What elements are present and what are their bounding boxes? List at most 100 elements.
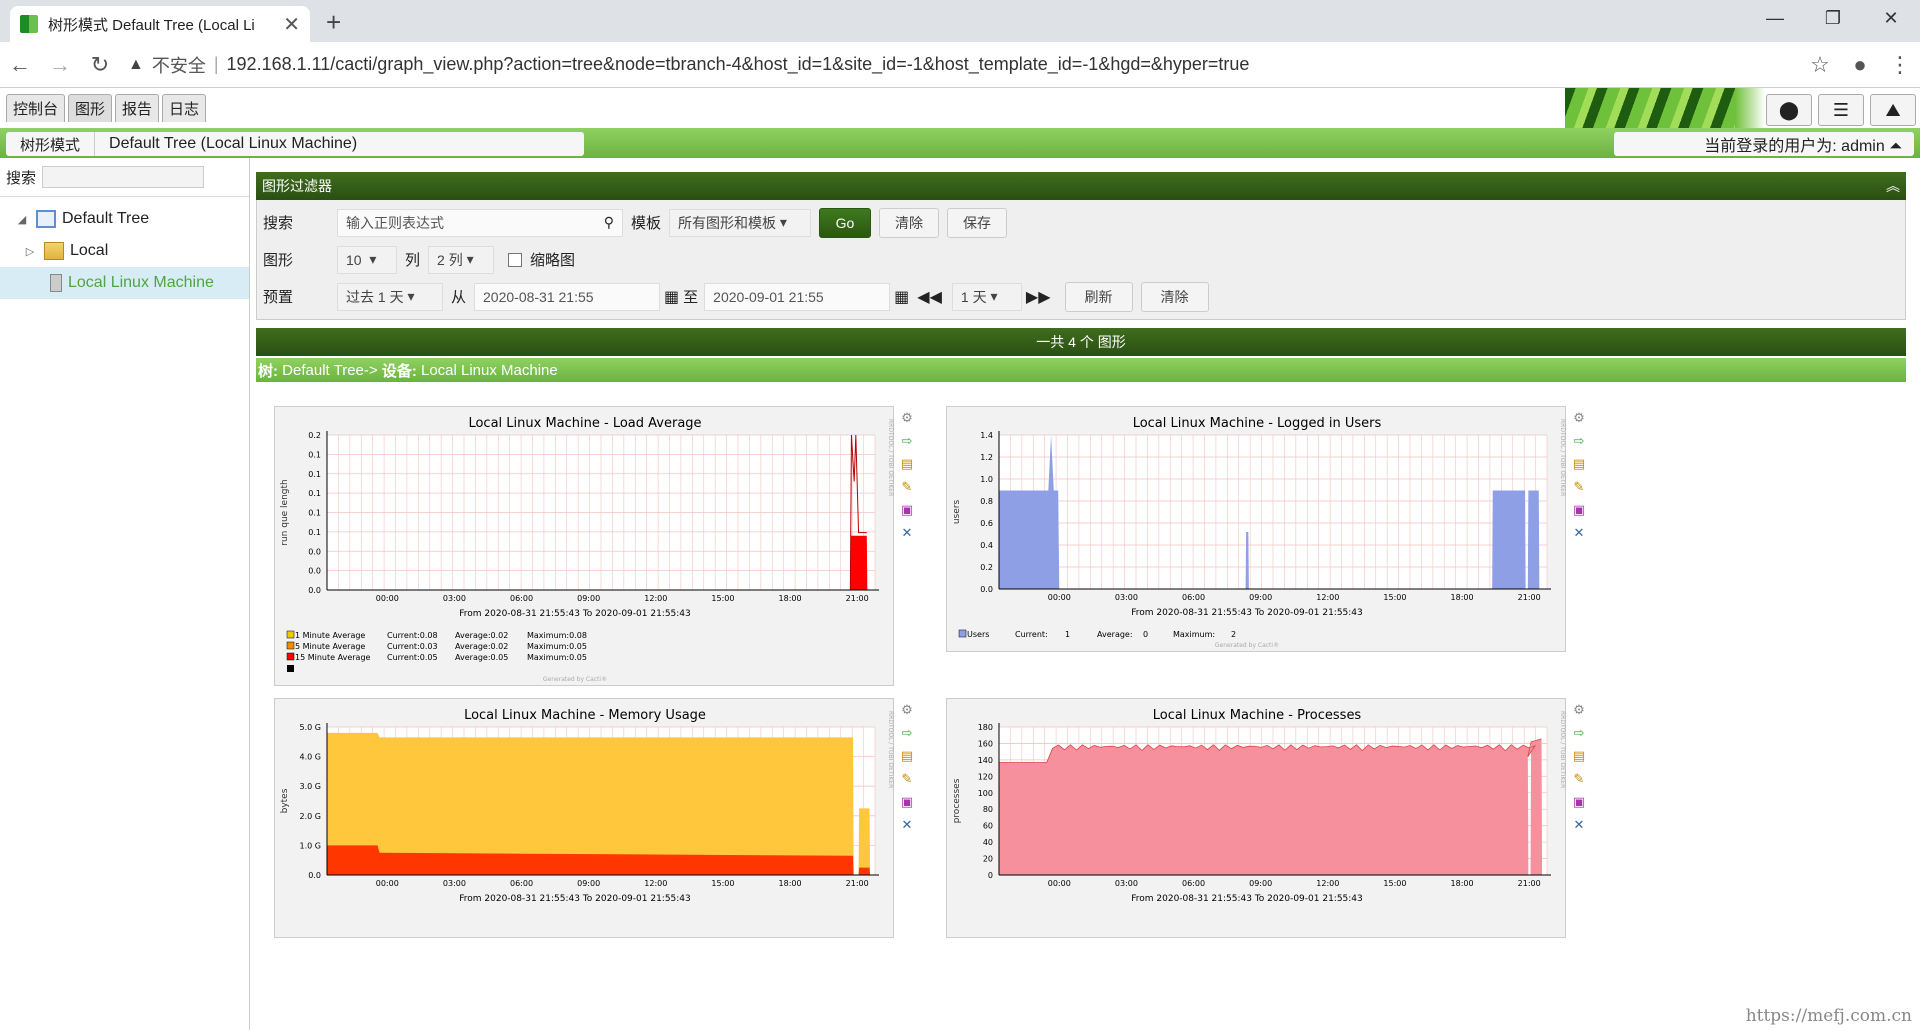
edit-icon[interactable]: ✎ — [1570, 477, 1588, 496]
edit-icon[interactable]: ✎ — [1570, 769, 1588, 788]
realtime-icon[interactable]: ▣ — [1570, 792, 1588, 811]
y-axis-label: bytes — [280, 788, 290, 813]
settings-gear-icon[interactable]: ⚙ — [1570, 408, 1588, 427]
tab-console[interactable]: 控制台 — [6, 94, 66, 122]
minimize-icon[interactable]: — — [1746, 0, 1804, 36]
close-tab-icon[interactable]: ✕ — [283, 12, 300, 37]
thumbnails-label: 缩略图 — [530, 252, 576, 269]
from-date-input[interactable]: 2020-08-31 21:55 — [474, 282, 661, 311]
new-tab-icon[interactable]: + — [326, 7, 341, 38]
y-tick-label: 0.0 — [308, 547, 321, 556]
edit-icon[interactable]: ✎ — [898, 769, 916, 788]
csv-export-icon[interactable]: ▤ — [898, 454, 916, 473]
expand-arrow-icon[interactable]: ◢ — [14, 213, 30, 226]
time-span-icon[interactable]: ✕ — [1570, 523, 1588, 542]
legend-swatch — [286, 652, 295, 661]
restore-icon[interactable]: ❐ — [1804, 0, 1862, 36]
to-date-input[interactable]: 2020-09-01 21:55 — [704, 282, 891, 311]
legend-maximum: Maximum:0.05 — [527, 653, 587, 662]
legend-name: 5 Minute Average — [295, 642, 365, 651]
rrdtool-credit: RRDTOOL / TOBI OETIKER — [887, 419, 894, 496]
edit-icon[interactable]: ✎ — [898, 477, 916, 496]
profile-icon[interactable]: ● — [1840, 52, 1880, 78]
tab-logs[interactable]: 日志 — [162, 94, 207, 122]
cacti-favicon-icon — [20, 15, 38, 33]
y-tick-label: 1.0 G — [300, 841, 321, 850]
shift-left-icon[interactable]: ◀◀ — [917, 287, 942, 307]
collapse-arrow-icon[interactable]: ▷ — [22, 245, 38, 258]
user-menu[interactable]: 当前登录的用户为: admin ⏶ — [1614, 132, 1914, 156]
y-tick-label: 160 — [978, 739, 993, 748]
csv-export-icon[interactable]: ▤ — [1570, 454, 1588, 473]
x-tick-label: 06:00 — [1182, 879, 1205, 888]
zoom-icon[interactable]: ⇨ — [1570, 431, 1588, 450]
calendar-icon[interactable]: ▦ — [894, 287, 909, 307]
close-window-icon[interactable]: ✕ — [1862, 0, 1920, 36]
sidebar-search-input[interactable] — [42, 166, 205, 188]
browser-tab[interactable]: 树形模式 Default Tree (Local Li ✕ — [10, 6, 310, 42]
graphs-per-page-select[interactable]: 10 ▾ — [337, 245, 397, 274]
realtime-icon[interactable]: ▣ — [898, 792, 916, 811]
settings-gear-icon[interactable]: ⚙ — [898, 408, 916, 427]
zoom-icon[interactable]: ⇨ — [898, 431, 916, 450]
x-tick-label: 00:00 — [1048, 593, 1071, 602]
preset-select[interactable]: 过去 1 天 ▾ — [337, 282, 443, 311]
y-tick-label: 80 — [983, 805, 993, 814]
tree-view-icon[interactable]: ⬤ — [1766, 94, 1812, 126]
graph-3[interactable]: Local Linux Machine - Processes processes… — [946, 698, 1566, 938]
legend-name: 15 Minute Average — [295, 653, 371, 662]
x-tick-label: 18:00 — [779, 594, 802, 603]
go-button[interactable]: Go — [819, 207, 872, 238]
clear-time-button[interactable]: 清除 — [1140, 281, 1209, 312]
calendar-icon[interactable]: ▦ — [664, 287, 679, 307]
graph-2[interactable]: Local Linux Machine - Memory Usage bytes 5… — [274, 698, 894, 938]
csv-export-icon[interactable]: ▤ — [1570, 746, 1588, 765]
settings-gear-icon[interactable]: ⚙ — [1570, 700, 1588, 719]
refresh-button[interactable]: 刷新 — [1064, 281, 1133, 312]
y-tick-label: 0.6 — [980, 519, 993, 528]
menu-dots-icon[interactable]: ⋮ — [1880, 52, 1920, 78]
time-span-icon[interactable]: ✕ — [1570, 815, 1588, 834]
tab-graphs[interactable]: 图形 — [68, 94, 113, 122]
clear-button[interactable]: 清除 — [879, 207, 940, 238]
search-input[interactable]: 输入正则表达式 ⚲ — [337, 208, 623, 237]
time-span-icon[interactable]: ✕ — [898, 523, 916, 542]
x-tick-label: 09:00 — [577, 879, 600, 888]
tree-node-root[interactable]: ◢ Default Tree — [0, 203, 249, 235]
collapse-icon[interactable]: ︽ — [1886, 176, 1900, 196]
timespan-select[interactable]: 1 天 ▾ — [951, 282, 1022, 311]
tab-reports[interactable]: 报告 — [115, 94, 160, 122]
reload-icon[interactable]: ↻ — [80, 52, 120, 78]
graph-actions: ⚙ ⇨ ▤ ✎ ▣ ✕ — [898, 700, 916, 834]
graph-0[interactable]: Local Linux Machine - Load Average run qu… — [274, 406, 894, 686]
tree-node-local[interactable]: ▷ Local — [0, 235, 249, 267]
y-tick-label: 60 — [983, 822, 993, 831]
preview-view-icon[interactable]: ⛰ — [1870, 94, 1916, 126]
shift-right-icon[interactable]: ▶▶ — [1026, 287, 1051, 307]
y-axis-label: run que length — [280, 479, 290, 545]
time-span-icon[interactable]: ✕ — [898, 815, 916, 834]
url-field[interactable]: ▲ 不安全 | 192.168.1.11/cacti/graph_view.ph… — [120, 48, 1800, 82]
realtime-icon[interactable]: ▣ — [1570, 500, 1588, 519]
csv-export-icon[interactable]: ▤ — [898, 746, 916, 765]
template-select[interactable]: 所有图形和模板 ▾ — [669, 208, 812, 237]
legend-average: Average:0.02 — [455, 642, 508, 651]
zoom-icon[interactable]: ⇨ — [1570, 723, 1588, 742]
back-icon[interactable]: ← — [0, 52, 40, 78]
breadcrumb-mode[interactable]: 树形模式 — [6, 132, 96, 156]
save-button[interactable]: 保存 — [947, 207, 1008, 238]
thumbnails-checkbox[interactable] — [508, 252, 523, 267]
forward-icon[interactable]: → — [40, 52, 80, 78]
template-value: 所有图形和模板 — [678, 214, 777, 231]
settings-gear-icon[interactable]: ⚙ — [898, 700, 916, 719]
columns-value: 2 列 — [437, 251, 463, 268]
graph-1[interactable]: Local Linux Machine - Logged in Users use… — [946, 406, 1566, 652]
legend-current-value: 1 — [1065, 630, 1070, 639]
bookmark-star-icon[interactable]: ☆ — [1800, 52, 1840, 78]
zoom-icon[interactable]: ⇨ — [898, 723, 916, 742]
realtime-icon[interactable]: ▣ — [898, 500, 916, 519]
columns-select[interactable]: 2 列 ▾ — [428, 245, 495, 274]
tree-path-bar: 树: Default Tree-> 设备: Local Linux Machin… — [256, 358, 1906, 382]
tree-node-device[interactable]: Local Linux Machine — [0, 267, 249, 299]
list-view-icon[interactable]: ☰ — [1818, 94, 1864, 126]
